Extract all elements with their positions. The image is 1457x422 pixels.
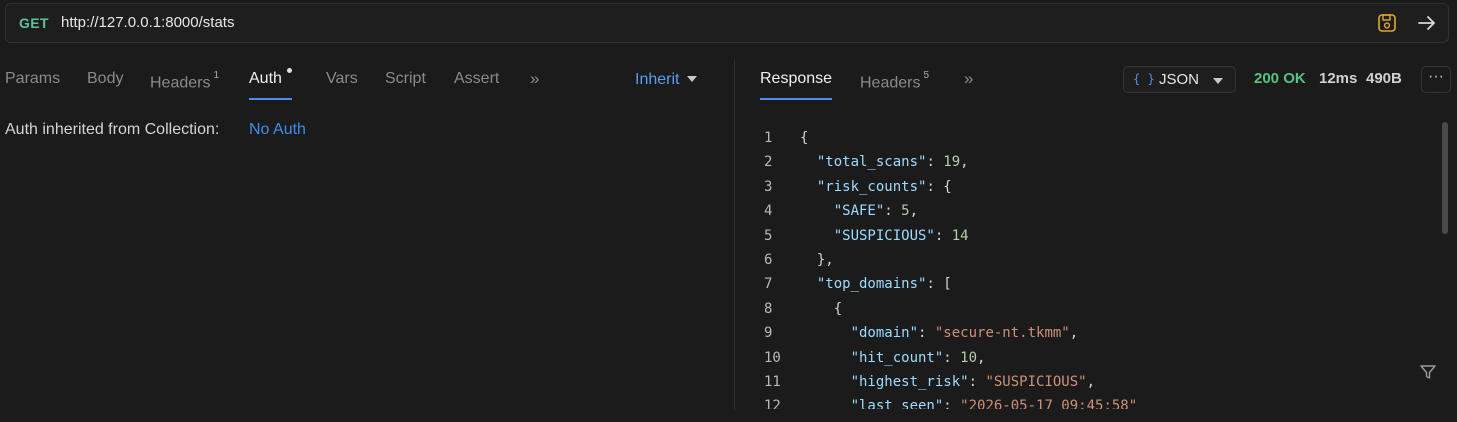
tab-params[interactable]: Params: [5, 60, 60, 100]
save-icon[interactable]: [1376, 12, 1398, 34]
format-label: JSON: [1159, 71, 1200, 88]
status-badge: 200 OK: [1254, 70, 1306, 87]
code-text: "domain": "secure-nt.tkmm",: [850, 325, 1079, 342]
braces-icon: { }: [1133, 72, 1155, 86]
line-number: 1: [764, 130, 773, 146]
line-number: 10: [764, 349, 781, 366]
line-number: 3: [764, 178, 773, 195]
line-number: 6: [764, 252, 773, 268]
code-text: },: [800, 252, 834, 268]
line-number: 2: [764, 154, 773, 171]
auth-inherited-label: Auth inherited from Collection:: [5, 121, 220, 138]
code-text: "risk_counts": {: [816, 178, 952, 195]
code-text: "last_seen": "2026-05-17 09:45:58": [850, 398, 1138, 409]
line-number: 11: [764, 374, 781, 390]
code-text: {: [800, 300, 843, 317]
response-body[interactable]: 1 {2 "total_scans": 19, 3 "risk_counts": {…: [760, 126, 1440, 409]
response-format-dropdown[interactable]: { } JSON: [1123, 66, 1236, 93]
scrollbar[interactable]: [1442, 122, 1448, 234]
code-text: "highest_risk": "SUSPICIOUS",: [850, 374, 1096, 390]
response-size: 490B: [1366, 70, 1402, 87]
line-number: 5: [764, 227, 773, 244]
auth-mode-label: Inherit: [635, 71, 680, 88]
line-number: 9: [764, 325, 773, 342]
tab-headers[interactable]: Headers 1: [150, 60, 219, 100]
code-text: "total_scans": 19,: [816, 154, 969, 171]
code-text: "top_domains": [: [816, 276, 952, 293]
line-number: 8: [764, 300, 773, 317]
url-bar: GET http://127.0.0.1:8000/stats: [5, 3, 1449, 43]
double-chevron-right-icon[interactable]: »: [964, 60, 973, 98]
url-input[interactable]: http://127.0.0.1:8000/stats: [61, 14, 234, 31]
line-number: 7: [764, 276, 773, 293]
arrow-right-icon[interactable]: [1416, 12, 1438, 34]
line-number: 4: [764, 203, 773, 220]
tab-auth[interactable]: Auth: [249, 60, 292, 100]
tab-response-headers[interactable]: Headers 5: [860, 60, 929, 100]
code-text: "SAFE": 5,: [833, 203, 919, 220]
response-time: 12ms: [1319, 70, 1358, 87]
line-number: 12: [764, 398, 781, 409]
tab-body[interactable]: Body: [87, 60, 123, 100]
tab-vars[interactable]: Vars: [326, 60, 358, 100]
double-chevron-right-icon[interactable]: »: [530, 60, 539, 98]
chevron-down-icon: [687, 76, 698, 82]
filter-icon[interactable]: [1418, 362, 1438, 382]
more-horizontal-icon[interactable]: ···: [1421, 66, 1451, 93]
auth-inherited-link[interactable]: No Auth: [249, 121, 306, 139]
response-headers-count-badge: 5: [923, 70, 930, 81]
tab-assert[interactable]: Assert: [454, 60, 499, 100]
code-text: {: [800, 130, 809, 146]
auth-mode-dropdown[interactable]: Inherit: [635, 60, 698, 100]
pane-divider[interactable]: [734, 60, 735, 410]
tab-script[interactable]: Script: [385, 60, 426, 100]
code-text: "hit_count": 10,: [850, 349, 986, 366]
http-method[interactable]: GET: [19, 15, 49, 31]
chevron-down-icon: [1213, 78, 1223, 84]
tab-response[interactable]: Response: [760, 60, 833, 100]
headers-count-badge: 1: [213, 70, 220, 81]
code-text: "SUSPICIOUS": 14: [833, 227, 969, 244]
modified-dot-icon: [286, 68, 292, 73]
